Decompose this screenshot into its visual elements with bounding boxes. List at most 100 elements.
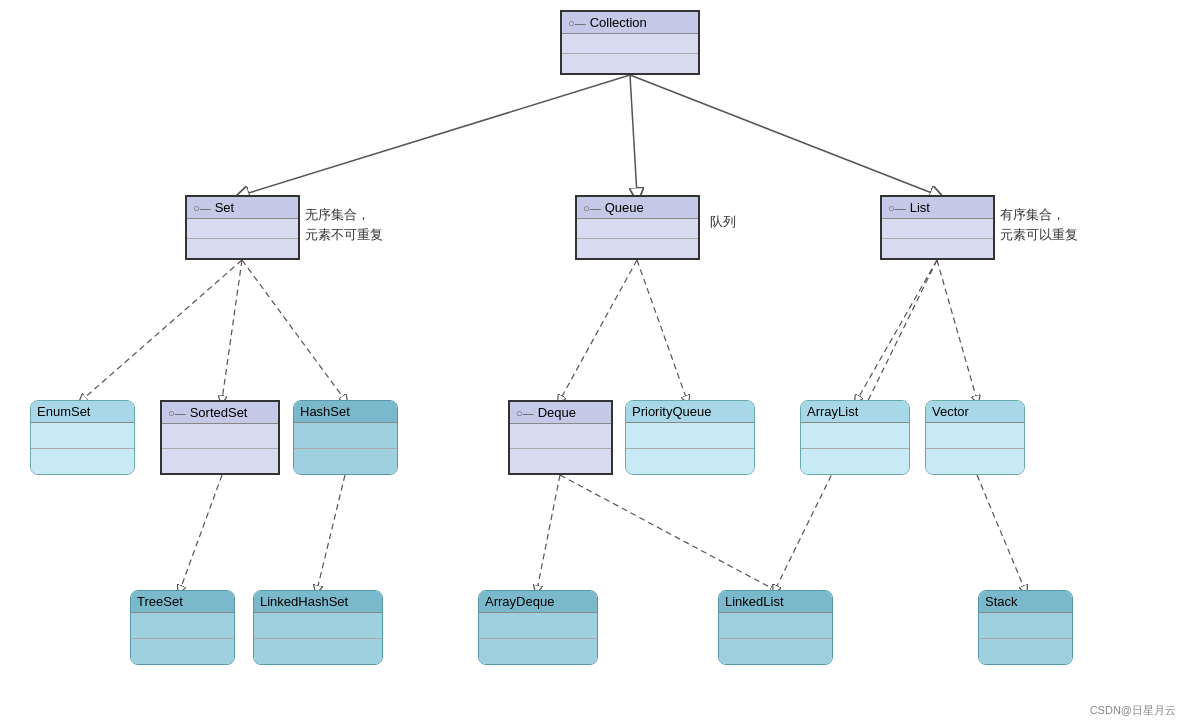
svg-line-8 [560,260,637,400]
box-linkedlist: LinkedList [718,590,833,665]
box-section-2-arraylist [801,449,909,474]
box-deque: ○— Deque [508,400,613,475]
box-section-2-linkedhashset [254,639,382,664]
box-header-arraydeque: ArrayDeque [479,591,597,613]
svg-line-13 [317,475,345,590]
box-header-deque: ○— Deque [510,402,611,424]
svg-line-9 [637,260,687,400]
box-section-1-vector [926,423,1024,449]
interface-icon-collection: ○— [568,17,586,29]
box-label-collection: Collection [590,15,647,30]
box-header-sortedset: ○— SortedSet [162,402,278,424]
box-header-vector: Vector [926,401,1024,423]
box-header-linkedhashset: LinkedHashSet [254,591,382,613]
box-section-2-linkedlist [719,639,832,664]
box-section-2-hashset [294,449,397,474]
box-label-enumset: EnumSet [37,404,90,419]
box-section-1-collection [562,34,698,54]
svg-line-3 [630,75,637,195]
box-treeset: TreeSet [130,590,235,665]
svg-line-12 [180,475,222,590]
svg-line-4 [630,75,937,195]
svg-line-10 [857,260,937,400]
box-section-1-queue [577,219,698,239]
box-label-priorityqueue: PriorityQueue [632,404,711,419]
box-enumset: EnumSet [30,400,135,475]
box-section-2-priorityqueue [626,449,754,474]
box-label-treeset: TreeSet [137,594,183,609]
box-label-linkedlist: LinkedList [725,594,784,609]
box-stack: Stack [978,590,1073,665]
box-section-2-stack [979,639,1072,664]
box-label-vector: Vector [932,404,969,419]
box-header-treeset: TreeSet [131,591,234,613]
svg-line-14 [537,475,560,590]
box-header-stack: Stack [979,591,1072,613]
box-section-2-enumset [31,449,134,474]
watermark: CSDN@日星月云 [1090,703,1176,718]
svg-line-6 [222,260,242,400]
interface-icon-list: ○— [888,202,906,214]
box-section-1-set [187,219,298,239]
box-label-linkedhashset: LinkedHashSet [260,594,348,609]
box-label-arraydeque: ArrayDeque [485,594,554,609]
svg-line-2 [242,75,630,195]
interface-icon-sortedset: ○— [168,407,186,419]
box-section-1-arraylist [801,423,909,449]
svg-line-11 [937,260,977,400]
box-header-collection: ○— Collection [562,12,698,34]
diagram: ○— Collection ○— Set ○— Queue ○— List 无 [0,0,1184,726]
box-header-queue: ○— Queue [577,197,698,219]
box-label-stack: Stack [985,594,1018,609]
box-label-deque: Deque [538,405,576,420]
box-header-arraylist: ArrayList [801,401,909,423]
interface-icon-set: ○— [193,202,211,214]
box-priorityqueue: PriorityQueue [625,400,755,475]
box-set: ○— Set [185,195,300,260]
box-label-hashset: HashSet [300,404,350,419]
box-section-2-collection [562,54,698,73]
box-section-1-linkedhashset [254,613,382,639]
box-label-list: List [910,200,930,215]
box-section-1-deque [510,424,611,449]
box-section-1-stack [979,613,1072,639]
box-header-enumset: EnumSet [31,401,134,423]
box-section-1-treeset [131,613,234,639]
box-collection: ○— Collection [560,10,700,75]
box-section-2-sortedset [162,449,278,473]
box-section-1-arraydeque [479,613,597,639]
box-section-1-linkedlist [719,613,832,639]
box-section-1-enumset [31,423,134,449]
box-label-queue: Queue [605,200,644,215]
annotation-queue: 队列 [710,213,736,231]
box-sortedset: ○— SortedSet [160,400,280,475]
box-vector: Vector [925,400,1025,475]
box-section-2-list [882,239,993,258]
box-hashset: HashSet [293,400,398,475]
box-section-2-treeset [131,639,234,664]
annotation-set: 无序集合，元素不可重复 [305,205,383,244]
box-label-set: Set [215,200,235,215]
box-label-sortedset: SortedSet [190,405,248,420]
interface-icon-queue: ○— [583,202,601,214]
box-header-hashset: HashSet [294,401,397,423]
box-section-1-priorityqueue [626,423,754,449]
box-section-1-sortedset [162,424,278,449]
box-header-priorityqueue: PriorityQueue [626,401,754,423]
box-section-1-hashset [294,423,397,449]
box-section-2-queue [577,239,698,258]
box-section-2-set [187,239,298,258]
box-header-list: ○— List [882,197,993,219]
box-queue: ○— Queue [575,195,700,260]
svg-line-5 [82,260,242,400]
annotation-list: 有序集合，元素可以重复 [1000,205,1078,244]
box-list: ○— List [880,195,995,260]
svg-line-15 [560,475,775,590]
box-header-linkedlist: LinkedList [719,591,832,613]
box-section-2-deque [510,449,611,473]
svg-line-7 [242,260,345,400]
box-section-1-list [882,219,993,239]
box-arraydeque: ArrayDeque [478,590,598,665]
box-arraylist: ArrayList [800,400,910,475]
box-section-2-arraydeque [479,639,597,664]
